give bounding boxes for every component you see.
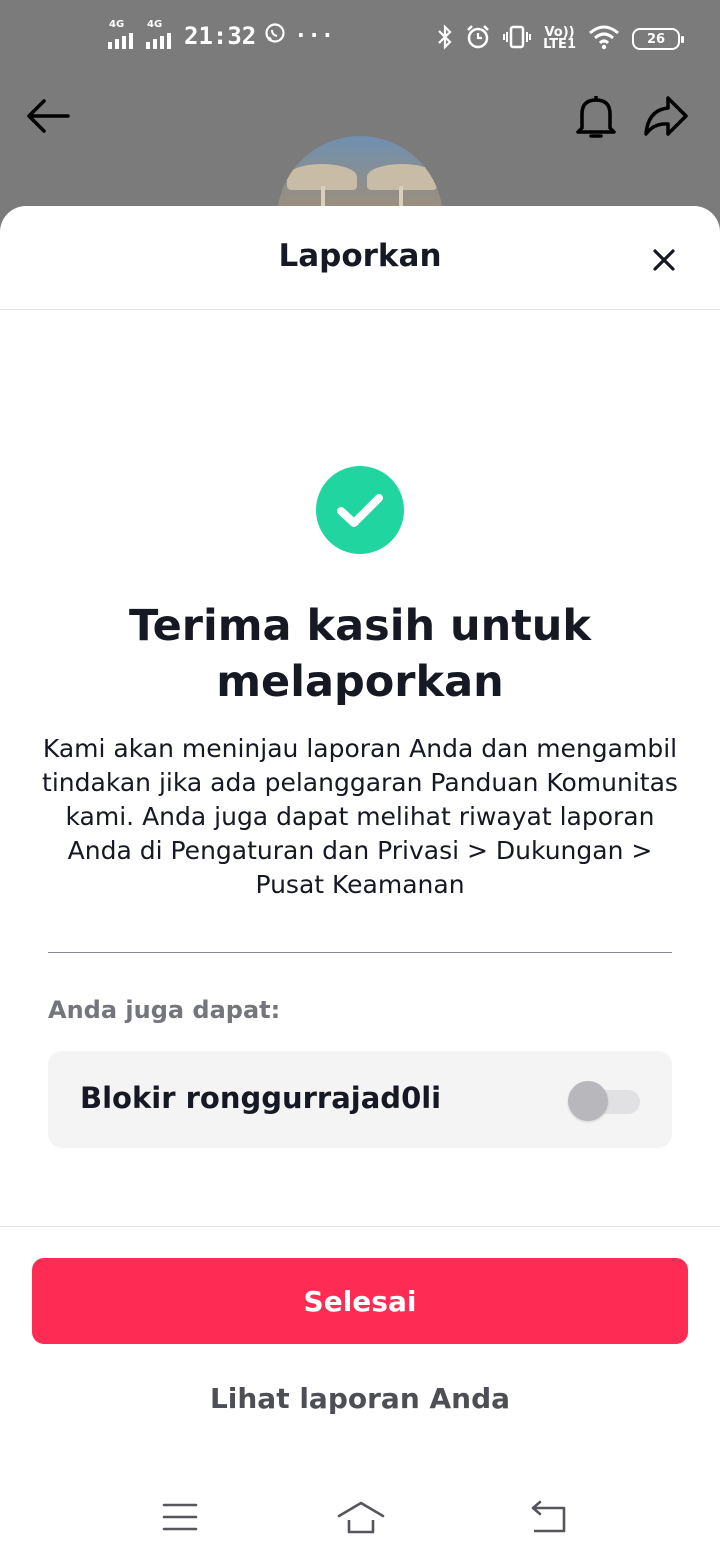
whatsapp-icon bbox=[264, 22, 286, 50]
network-type: 4G bbox=[147, 19, 163, 30]
bell-icon[interactable] bbox=[574, 92, 618, 144]
report-sheet: Laporkan Terima kasih untuk melaporkan K… bbox=[0, 206, 720, 1560]
success-heading: Terima kasih untuk melaporkan bbox=[128, 601, 592, 707]
arrow-left-icon[interactable] bbox=[26, 96, 70, 140]
vibrate-icon bbox=[503, 24, 532, 54]
return-icon[interactable] bbox=[528, 1500, 568, 1538]
status-bar: 4G 4G 21:32 ··· Vo)) LTE1 26 bbox=[0, 0, 720, 76]
lte-label: LTE1 bbox=[543, 37, 576, 52]
checkmark-circle-icon bbox=[316, 466, 404, 554]
battery-level: 26 bbox=[646, 31, 666, 47]
block-user-row[interactable]: Blokir ronggurrajad0li bbox=[48, 1051, 672, 1148]
status-left: 4G 4G 21:32 ··· bbox=[108, 19, 334, 50]
alarm-icon bbox=[465, 24, 491, 54]
status-right: Vo)) LTE1 26 bbox=[437, 24, 684, 54]
success-description: Kami akan meninjau laporan Anda dan meng… bbox=[42, 734, 678, 899]
battery-icon: 26 bbox=[632, 28, 684, 50]
footer-divider bbox=[0, 1226, 720, 1227]
toggle-knob bbox=[568, 1081, 608, 1121]
volte-indicator: Vo)) LTE1 bbox=[543, 26, 576, 52]
close-icon[interactable] bbox=[646, 242, 682, 278]
view-reports-link[interactable]: Lihat laporan Anda bbox=[0, 1382, 720, 1415]
menu-icon[interactable] bbox=[162, 1502, 198, 1536]
sheet-title: Laporkan bbox=[278, 238, 442, 274]
system-nav-bar bbox=[0, 1484, 720, 1560]
signal-icon: 4G bbox=[146, 19, 176, 49]
sheet-header: Laporkan bbox=[0, 206, 720, 310]
more-indicator: ··· bbox=[294, 23, 334, 49]
block-user-toggle[interactable] bbox=[568, 1081, 640, 1121]
divider bbox=[48, 952, 672, 953]
wifi-icon bbox=[588, 24, 620, 54]
network-type: 4G bbox=[109, 19, 125, 30]
signal-icon: 4G bbox=[108, 19, 138, 49]
share-arrow-icon[interactable] bbox=[642, 94, 690, 142]
bluetooth-icon bbox=[437, 24, 453, 54]
home-icon[interactable] bbox=[336, 1500, 386, 1538]
also-label: Anda juga dapat: bbox=[48, 996, 281, 1024]
done-button[interactable]: Selesai bbox=[32, 1258, 688, 1344]
block-user-label: Blokir ronggurrajad0li bbox=[80, 1081, 442, 1115]
clock: 21:32 bbox=[184, 22, 257, 50]
